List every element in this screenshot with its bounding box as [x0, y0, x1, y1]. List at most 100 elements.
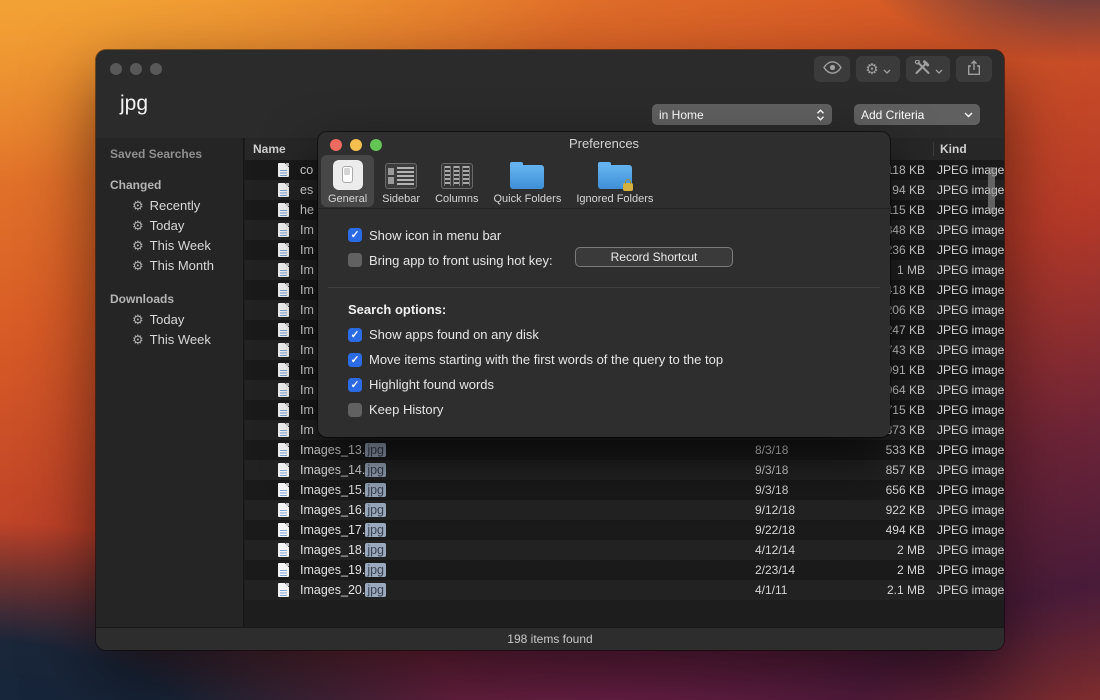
file-size: 857 KB: [886, 460, 925, 480]
sidebar-item-changed-this-month[interactable]: ⚙This Month: [96, 255, 243, 275]
minimize-button[interactable]: [130, 63, 142, 75]
file-name: Images_15.jpg: [300, 480, 386, 500]
file-size: 94 KB: [892, 180, 925, 200]
actions-menu-button[interactable]: ⚙: [856, 56, 900, 82]
option-checkbox[interactable]: ✓: [348, 353, 362, 367]
column-header-kind[interactable]: Kind: [940, 138, 967, 160]
file-kind: JPEG image: [937, 360, 1004, 380]
chevron-down-icon: [964, 112, 973, 118]
file-size: 743 KB: [886, 340, 925, 360]
close-button[interactable]: [110, 63, 122, 75]
check-icon: ✓: [348, 328, 362, 342]
file-kind: JPEG image: [937, 520, 1004, 540]
column-header-name[interactable]: Name: [253, 138, 286, 160]
file-date: 8/3/18: [755, 440, 788, 460]
sidebar-title: Saved Searches: [110, 147, 243, 161]
folder-icon: [510, 158, 544, 191]
document-icon: [278, 403, 289, 417]
document-icon: [278, 443, 289, 457]
tab-general[interactable]: General: [321, 155, 374, 207]
eye-icon: [823, 61, 842, 77]
file-kind: JPEG image: [937, 260, 1004, 280]
document-icon: [278, 383, 289, 397]
document-icon: [278, 503, 289, 517]
hotkey-checkbox[interactable]: [348, 253, 362, 267]
file-name: Im: [300, 360, 314, 380]
document-icon: [278, 183, 289, 197]
preferences-tab-bar: General Sidebar Columns Quick Folders Ignore…: [318, 154, 890, 209]
chevron-down-icon: [883, 62, 891, 77]
zoom-button[interactable]: [370, 139, 382, 151]
file-size: 1 MB: [897, 260, 925, 280]
tab-quick-folders[interactable]: Quick Folders: [486, 155, 568, 207]
minimize-button[interactable]: [350, 139, 362, 151]
preview-button[interactable]: [814, 56, 850, 82]
file-date: 4/12/14: [755, 540, 795, 560]
document-icon: [278, 463, 289, 477]
show-icon-label: Show icon in menu bar: [369, 228, 501, 243]
zoom-button[interactable]: [150, 63, 162, 75]
sidebar-item-label: Recently: [150, 198, 201, 213]
option-label: Show apps found on any disk: [369, 327, 539, 342]
option-checkbox[interactable]: ✓: [348, 328, 362, 342]
file-name: Images_13.jpg: [300, 440, 386, 460]
close-button[interactable]: [330, 139, 342, 151]
option-checkbox[interactable]: ✓: [348, 378, 362, 392]
sidebar-item-changed-this-week[interactable]: ⚙This Week: [96, 235, 243, 255]
table-row[interactable]: Images_17.jpg9/22/18494 KBJPEG image: [245, 520, 1004, 540]
file-kind: JPEG image: [937, 220, 1004, 240]
table-row[interactable]: Images_14.jpg9/3/18857 KBJPEG image: [245, 460, 1004, 480]
share-button[interactable]: [956, 56, 992, 82]
file-date: 9/3/18: [755, 480, 788, 500]
hotkey-row: Bring app to front using hot key:: [348, 251, 553, 269]
show-icon-checkbox[interactable]: ✓: [348, 228, 362, 242]
tools-icon: [914, 60, 931, 78]
table-row[interactable]: Images_18.jpg4/12/142 MBJPEG image: [245, 540, 1004, 560]
status-bar: 198 items found: [96, 627, 1004, 650]
file-size: 118 KB: [887, 160, 925, 180]
file-name: Im: [300, 380, 314, 400]
tools-menu-button[interactable]: [906, 56, 950, 82]
tab-sidebar[interactable]: Sidebar: [375, 155, 427, 207]
file-name: co: [300, 160, 313, 180]
option-row-show-apps-found-on-any-disk: ✓ Show apps found on any disk: [348, 322, 878, 347]
sidebar-item-label: Today: [150, 312, 185, 327]
file-size: 964 KB: [886, 380, 925, 400]
status-text: 198 items found: [507, 632, 592, 646]
file-name: Im: [300, 240, 314, 260]
sidebar-item-downloads-today[interactable]: ⚙Today: [96, 309, 243, 329]
option-checkbox[interactable]: [348, 403, 362, 417]
sidebar-item-changed-recently[interactable]: ⚙Recently: [96, 195, 243, 215]
file-kind: JPEG image: [937, 420, 1004, 440]
sidebar-item-downloads-this-week[interactable]: ⚙This Week: [96, 329, 243, 349]
add-criteria-dropdown[interactable]: Add Criteria: [854, 104, 980, 125]
tab-label: General: [328, 193, 367, 205]
table-row[interactable]: Images_15.jpg9/3/18656 KBJPEG image: [245, 480, 1004, 500]
tab-columns[interactable]: Columns: [428, 155, 485, 207]
file-name: Images_19.jpg: [300, 560, 386, 580]
sidebar-icon: [385, 158, 417, 191]
table-row[interactable]: Images_13.jpg8/3/18533 KBJPEG image: [245, 440, 1004, 460]
smart-folder-gear-icon: ⚙: [132, 259, 144, 272]
tab-label: Quick Folders: [493, 193, 561, 205]
sidebar-item-changed-today[interactable]: ⚙Today: [96, 215, 243, 235]
table-row[interactable]: Images_20.jpg4/1/112.1 MBJPEG image: [245, 580, 1004, 600]
highlighted-match: jpg: [365, 463, 386, 477]
record-shortcut-button[interactable]: Record Shortcut: [575, 247, 733, 267]
option-label: Highlight found words: [369, 377, 494, 392]
scrollbar-thumb[interactable]: [988, 167, 995, 213]
tab-label: Columns: [435, 193, 478, 205]
document-icon: [278, 583, 289, 597]
file-kind: JPEG image: [937, 440, 1004, 460]
file-size: 418 KB: [886, 280, 925, 300]
smart-folder-gear-icon: ⚙: [132, 239, 144, 252]
search-query-title: jpg: [120, 92, 148, 116]
file-kind: JPEG image: [937, 560, 1004, 580]
document-icon: [278, 483, 289, 497]
file-kind: JPEG image: [937, 580, 1004, 600]
tab-ignored-folders[interactable]: Ignored Folders: [569, 155, 660, 207]
table-row[interactable]: Images_19.jpg2/23/142 MBJPEG image: [245, 560, 1004, 580]
window-chrome: ⚙ jpg in Home: [96, 50, 1004, 139]
search-scope-select[interactable]: in Home: [652, 104, 832, 125]
table-row[interactable]: Images_16.jpg9/12/18922 KBJPEG image: [245, 500, 1004, 520]
